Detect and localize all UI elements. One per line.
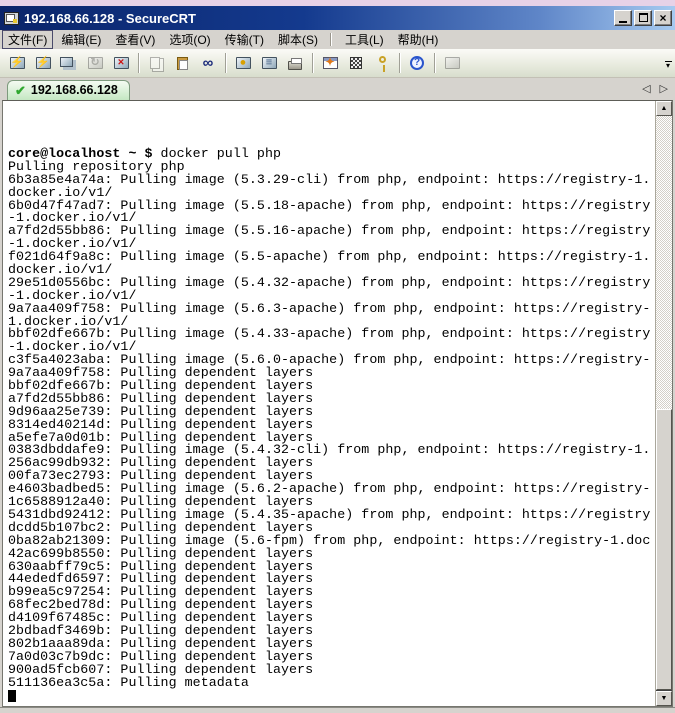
menu-separator xyxy=(330,33,331,46)
scrollbar-thumb[interactable] xyxy=(656,409,672,690)
menu-edit[interactable]: 编辑(E) xyxy=(55,30,107,49)
quick-connect-icon[interactable]: ⚡ xyxy=(5,52,29,74)
menu-file[interactable]: 文件(F) xyxy=(2,30,53,49)
toolbar-separator xyxy=(312,53,313,73)
close-button[interactable]: × xyxy=(654,10,672,26)
global-options-icon[interactable] xyxy=(344,52,368,74)
tab-scroll-left-button[interactable]: ◁ xyxy=(642,82,650,95)
tab-scroll-right-button[interactable]: ▷ xyxy=(660,82,668,95)
window-bottom-edge xyxy=(0,707,675,713)
disconnect-icon[interactable]: × xyxy=(109,52,133,74)
connect-icon[interactable]: ⚡ xyxy=(31,52,55,74)
find-icon[interactable]: ∞ xyxy=(196,52,220,74)
log-session-icon[interactable]: ● xyxy=(231,52,255,74)
terminal-line: 511136ea3c5a: Pulling metadata xyxy=(8,677,655,690)
help-icon[interactable]: ? xyxy=(405,52,429,74)
toolbar-separator xyxy=(225,53,226,73)
menu-script[interactable]: 脚本(S) xyxy=(272,30,324,49)
paste-icon[interactable] xyxy=(170,52,194,74)
terminal-scrollbar: ▲ ▼ xyxy=(655,101,672,706)
session-options-icon[interactable]: ✦ xyxy=(318,52,342,74)
toolbar-overflow-button[interactable]: ▾ xyxy=(663,55,673,73)
menu-tools[interactable]: 工具(L) xyxy=(339,30,390,49)
close-icon: × xyxy=(659,11,666,25)
tabbar: ✔ 192.168.66.128 ◁ ▷ xyxy=(0,78,675,100)
toolbar: ⚡⚡ ↻× ∞ ●≡ ✦? ▾ xyxy=(0,49,675,78)
menubar: 文件(F)编辑(E)查看(V)选项(O)传输(T)脚本(S) 工具(L)帮助(H) xyxy=(0,30,675,49)
connect-in-tab-icon[interactable] xyxy=(57,52,81,74)
toolbar-separator xyxy=(434,53,435,73)
session-tab-label: 192.168.66.128 xyxy=(31,83,118,97)
menu-options[interactable]: 选项(O) xyxy=(163,30,216,49)
chevron-down-icon: ▾ xyxy=(666,64,670,68)
keymap-icon[interactable] xyxy=(370,52,394,74)
terminal-cursor xyxy=(8,690,16,702)
desktop-background: 192.168.66.128 - SecureCRT × 文件(F)编辑(E)查… xyxy=(0,0,675,713)
toolbar-separator xyxy=(399,53,400,73)
menu-help[interactable]: 帮助(H) xyxy=(392,30,445,49)
toolbar-buttons: ⚡⚡ ↻× ∞ ●≡ ✦? xyxy=(4,52,465,74)
copy-icon xyxy=(144,52,168,74)
command-window-icon xyxy=(440,52,464,74)
print-icon[interactable] xyxy=(283,52,307,74)
reconnect-icon: ↻ xyxy=(83,52,107,74)
tab-scroll-arrows: ◁ ▷ xyxy=(642,82,668,95)
scrollbar-track[interactable] xyxy=(656,116,672,691)
maximize-button[interactable] xyxy=(634,10,652,26)
securecrt-window: 192.168.66.128 - SecureCRT × 文件(F)编辑(E)查… xyxy=(0,6,675,713)
minimize-button[interactable] xyxy=(614,10,632,26)
window-controls: × xyxy=(614,10,672,26)
menu-view[interactable]: 查看(V) xyxy=(109,30,161,49)
toolbar-separator xyxy=(138,53,139,73)
raw-log-icon[interactable]: ≡ xyxy=(257,52,281,74)
maximize-icon xyxy=(639,13,648,22)
scroll-up-button[interactable]: ▲ xyxy=(656,101,672,116)
minimize-icon xyxy=(619,21,627,23)
terminal-area: core@localhost ~ $ docker pull phpPullin… xyxy=(2,100,673,707)
titlebar: 192.168.66.128 - SecureCRT × xyxy=(0,6,675,30)
window-title: 192.168.66.128 - SecureCRT xyxy=(24,11,614,26)
connected-check-icon: ✔ xyxy=(15,84,26,97)
session-tab[interactable]: ✔ 192.168.66.128 xyxy=(7,80,130,100)
scroll-down-button[interactable]: ▼ xyxy=(656,691,672,706)
menu-transfer[interactable]: 传输(T) xyxy=(219,30,270,49)
terminal-output[interactable]: core@localhost ~ $ docker pull phpPullin… xyxy=(3,101,655,706)
app-icon xyxy=(4,12,19,25)
